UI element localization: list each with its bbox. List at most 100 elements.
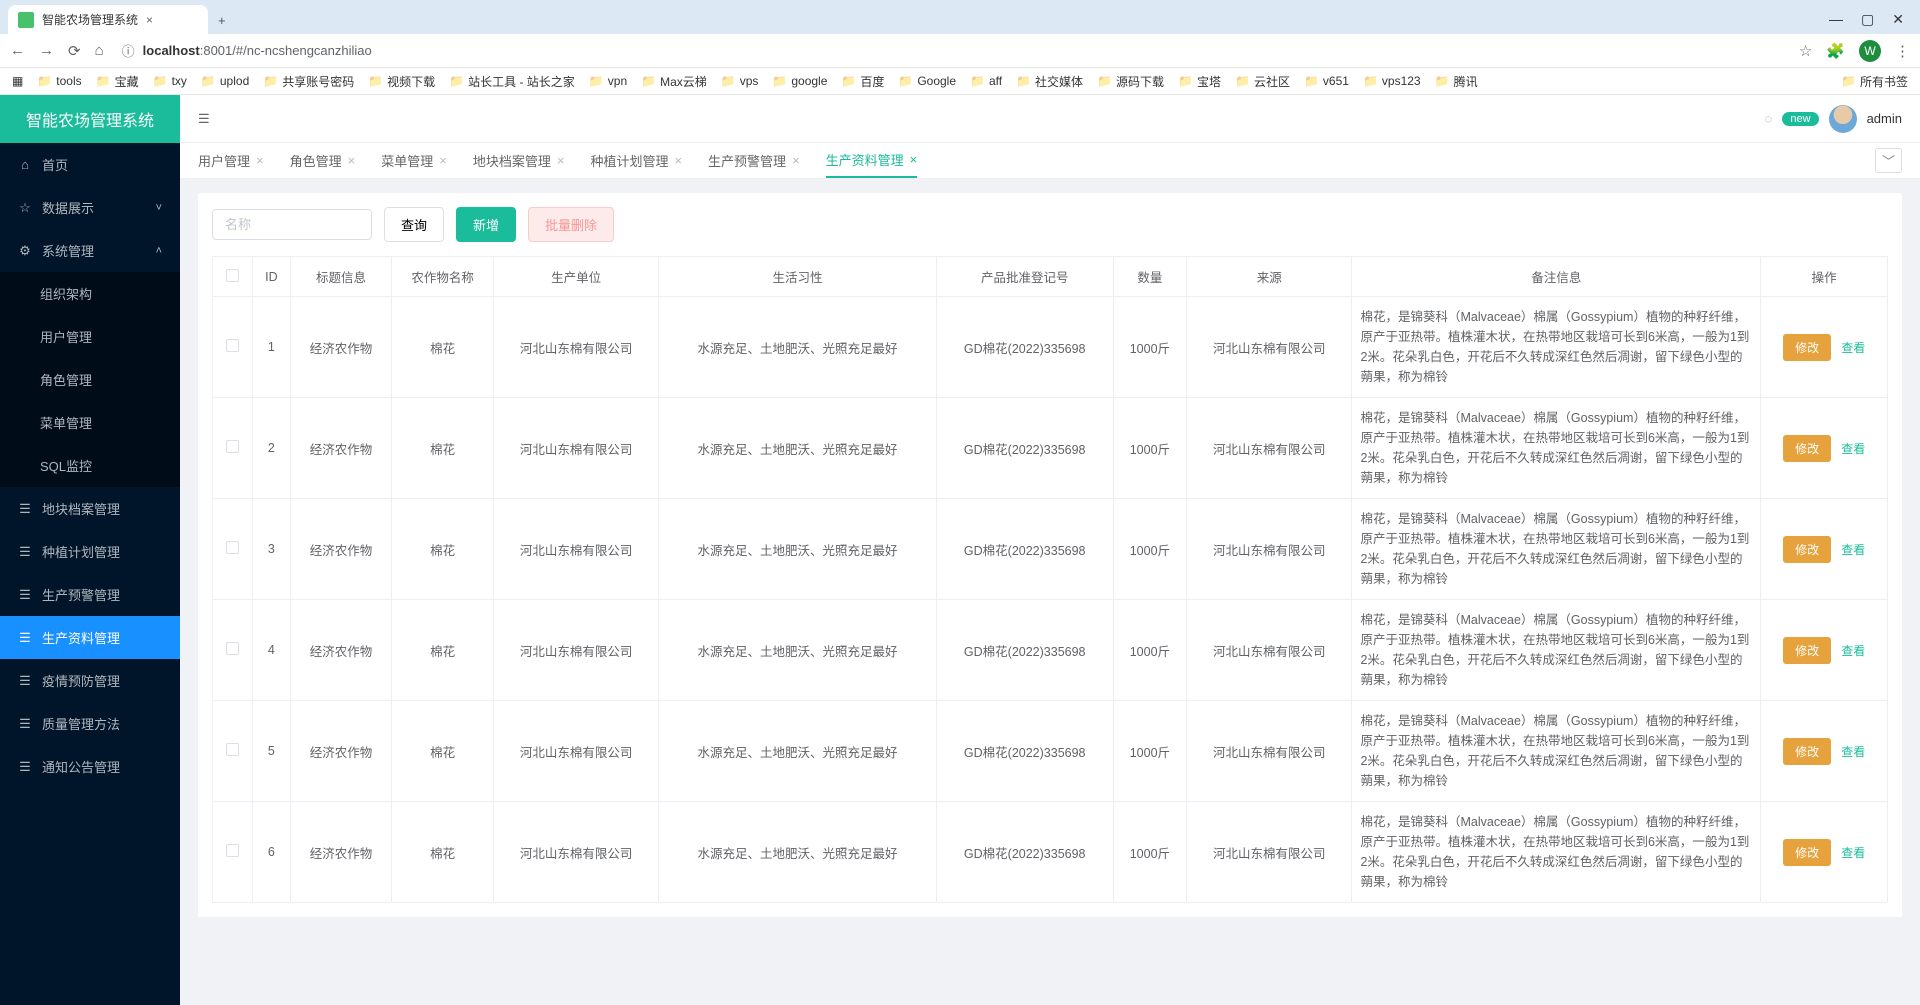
page-tab[interactable]: 生产预警管理× bbox=[708, 143, 800, 178]
bookmark-star-icon[interactable]: ☆ bbox=[1799, 42, 1812, 60]
row-checkbox[interactable] bbox=[226, 440, 239, 453]
sidebar-subitem[interactable]: 角色管理 bbox=[0, 358, 180, 401]
tabs-more-icon[interactable]: ﹀ bbox=[1875, 148, 1902, 173]
browser-tab[interactable]: 智能农场管理系统 × bbox=[8, 5, 208, 34]
bookmark-item[interactable]: google bbox=[772, 73, 827, 90]
sidebar-item[interactable]: ☰种植计划管理 bbox=[0, 530, 180, 573]
menu-icon: ☰ bbox=[18, 544, 32, 560]
sidebar-subitem[interactable]: 组织架构 bbox=[0, 272, 180, 315]
sidebar-item[interactable]: ☆数据展示˅ bbox=[0, 186, 180, 229]
tab-close-icon[interactable]: × bbox=[439, 153, 447, 168]
back-icon[interactable]: ← bbox=[10, 42, 25, 60]
sidebar-subitem[interactable]: 菜单管理 bbox=[0, 401, 180, 444]
close-icon[interactable]: × bbox=[146, 13, 153, 27]
home-icon[interactable]: ⌂ bbox=[95, 42, 104, 60]
view-link[interactable]: 查看 bbox=[1841, 543, 1865, 557]
name-input[interactable] bbox=[212, 209, 372, 240]
reload-icon[interactable]: ⟳ bbox=[68, 42, 81, 60]
bookmark-item[interactable]: 宝藏 bbox=[96, 73, 139, 90]
menu-icon: ☰ bbox=[18, 501, 32, 517]
tab-close-icon[interactable]: × bbox=[256, 153, 264, 168]
sidebar-item[interactable]: ☰生产预警管理 bbox=[0, 573, 180, 616]
sidebar-item[interactable]: ☰疫情预防管理 bbox=[0, 659, 180, 702]
bookmark-item[interactable]: v651 bbox=[1304, 73, 1349, 90]
sidebar-subitem[interactable]: 用户管理 bbox=[0, 315, 180, 358]
view-link[interactable]: 查看 bbox=[1841, 341, 1865, 355]
edit-button[interactable]: 修改 bbox=[1783, 435, 1831, 462]
user-avatar[interactable] bbox=[1829, 105, 1857, 133]
tab-close-icon[interactable]: × bbox=[557, 153, 565, 168]
bookmark-item[interactable]: Google bbox=[898, 73, 956, 90]
page-tab[interactable]: 生产资料管理× bbox=[826, 143, 918, 178]
bookmark-item[interactable]: 腾讯 bbox=[1435, 73, 1478, 90]
sidebar-item[interactable]: ☰通知公告管理 bbox=[0, 745, 180, 788]
edit-button[interactable]: 修改 bbox=[1783, 536, 1831, 563]
edit-button[interactable]: 修改 bbox=[1783, 738, 1831, 765]
page-tab[interactable]: 地块档案管理× bbox=[473, 143, 565, 178]
tab-close-icon[interactable]: × bbox=[792, 153, 800, 168]
bookmark-item[interactable]: txy bbox=[153, 73, 187, 90]
row-checkbox[interactable] bbox=[226, 844, 239, 857]
row-checkbox[interactable] bbox=[226, 642, 239, 655]
bookmark-item[interactable]: 站长工具 - 站长之家 bbox=[449, 73, 575, 90]
page-tab[interactable]: 菜单管理× bbox=[381, 143, 447, 178]
url-bar[interactable]: ⓘ localhost:8001/#/nc-ncshengcanzhiliao bbox=[116, 37, 1787, 64]
bookmark-item[interactable]: tools bbox=[37, 73, 81, 90]
site-info-icon[interactable]: ⓘ bbox=[122, 41, 135, 60]
theme-icon[interactable]: ◌ bbox=[1765, 111, 1773, 126]
view-link[interactable]: 查看 bbox=[1841, 644, 1865, 658]
maximize-icon[interactable]: ▢ bbox=[1861, 11, 1874, 28]
page-tab[interactable]: 用户管理× bbox=[198, 143, 264, 178]
edit-button[interactable]: 修改 bbox=[1783, 334, 1831, 361]
bookmark-item[interactable]: 共享账号密码 bbox=[263, 73, 354, 90]
app-logo[interactable]: 智能农场管理系统 bbox=[0, 95, 180, 143]
add-button[interactable]: 新增 bbox=[456, 207, 516, 242]
table-header: 操作 bbox=[1761, 257, 1888, 297]
bookmark-item[interactable]: vpn bbox=[589, 73, 627, 90]
view-link[interactable]: 查看 bbox=[1841, 846, 1865, 860]
bookmark-item[interactable]: aff bbox=[970, 73, 1002, 90]
sidebar-item[interactable]: ⌂首页 bbox=[0, 143, 180, 186]
row-checkbox[interactable] bbox=[226, 339, 239, 352]
page-tab[interactable]: 种植计划管理× bbox=[590, 143, 682, 178]
profile-avatar[interactable]: W bbox=[1859, 40, 1881, 62]
forward-icon[interactable]: → bbox=[39, 42, 54, 60]
checkbox-all[interactable] bbox=[226, 269, 239, 282]
bookmark-item[interactable]: Max云梯 bbox=[641, 73, 707, 90]
tab-close-icon[interactable]: × bbox=[910, 152, 918, 167]
new-tab-button[interactable]: + bbox=[208, 7, 236, 34]
search-button[interactable]: 查询 bbox=[384, 207, 444, 242]
menu-dots-icon[interactable]: ⋮ bbox=[1895, 42, 1910, 60]
bookmark-item[interactable]: vps123 bbox=[1363, 73, 1421, 90]
tab-close-icon[interactable]: × bbox=[348, 153, 356, 168]
bookmark-item[interactable]: 百度 bbox=[841, 73, 884, 90]
batch-delete-button[interactable]: 批量删除 bbox=[528, 207, 614, 242]
page-tab[interactable]: 角色管理× bbox=[290, 143, 356, 178]
sidebar-item[interactable]: ☰质量管理方法 bbox=[0, 702, 180, 745]
tab-close-icon[interactable]: × bbox=[674, 153, 682, 168]
username[interactable]: admin bbox=[1867, 111, 1902, 126]
view-link[interactable]: 查看 bbox=[1841, 442, 1865, 456]
view-link[interactable]: 查看 bbox=[1841, 745, 1865, 759]
bookmark-item[interactable]: 源码下载 bbox=[1097, 73, 1164, 90]
row-checkbox[interactable] bbox=[226, 743, 239, 756]
bookmark-item[interactable]: 宝塔 bbox=[1178, 73, 1221, 90]
bookmark-item[interactable]: 社交媒体 bbox=[1016, 73, 1083, 90]
sidebar-subitem[interactable]: SQL监控 bbox=[0, 444, 180, 487]
apps-icon[interactable]: ▦ bbox=[12, 74, 23, 88]
sidebar-item[interactable]: ⚙系统管理˄ bbox=[0, 229, 180, 272]
menu-toggle-icon[interactable]: ☰ bbox=[198, 111, 210, 127]
row-checkbox[interactable] bbox=[226, 541, 239, 554]
edit-button[interactable]: 修改 bbox=[1783, 839, 1831, 866]
close-window-icon[interactable]: ✕ bbox=[1892, 11, 1904, 28]
edit-button[interactable]: 修改 bbox=[1783, 637, 1831, 664]
all-bookmarks[interactable]: 所有书签 bbox=[1841, 73, 1908, 90]
minimize-icon[interactable]: — bbox=[1829, 11, 1843, 28]
bookmark-item[interactable]: 视频下载 bbox=[368, 73, 435, 90]
extensions-icon[interactable]: 🧩 bbox=[1826, 42, 1845, 60]
bookmark-item[interactable]: 云社区 bbox=[1235, 73, 1290, 90]
sidebar-item[interactable]: ☰生产资料管理 bbox=[0, 616, 180, 659]
sidebar-item[interactable]: ☰地块档案管理 bbox=[0, 487, 180, 530]
bookmark-item[interactable]: vps bbox=[721, 73, 759, 90]
bookmark-item[interactable]: uplod bbox=[201, 73, 249, 90]
